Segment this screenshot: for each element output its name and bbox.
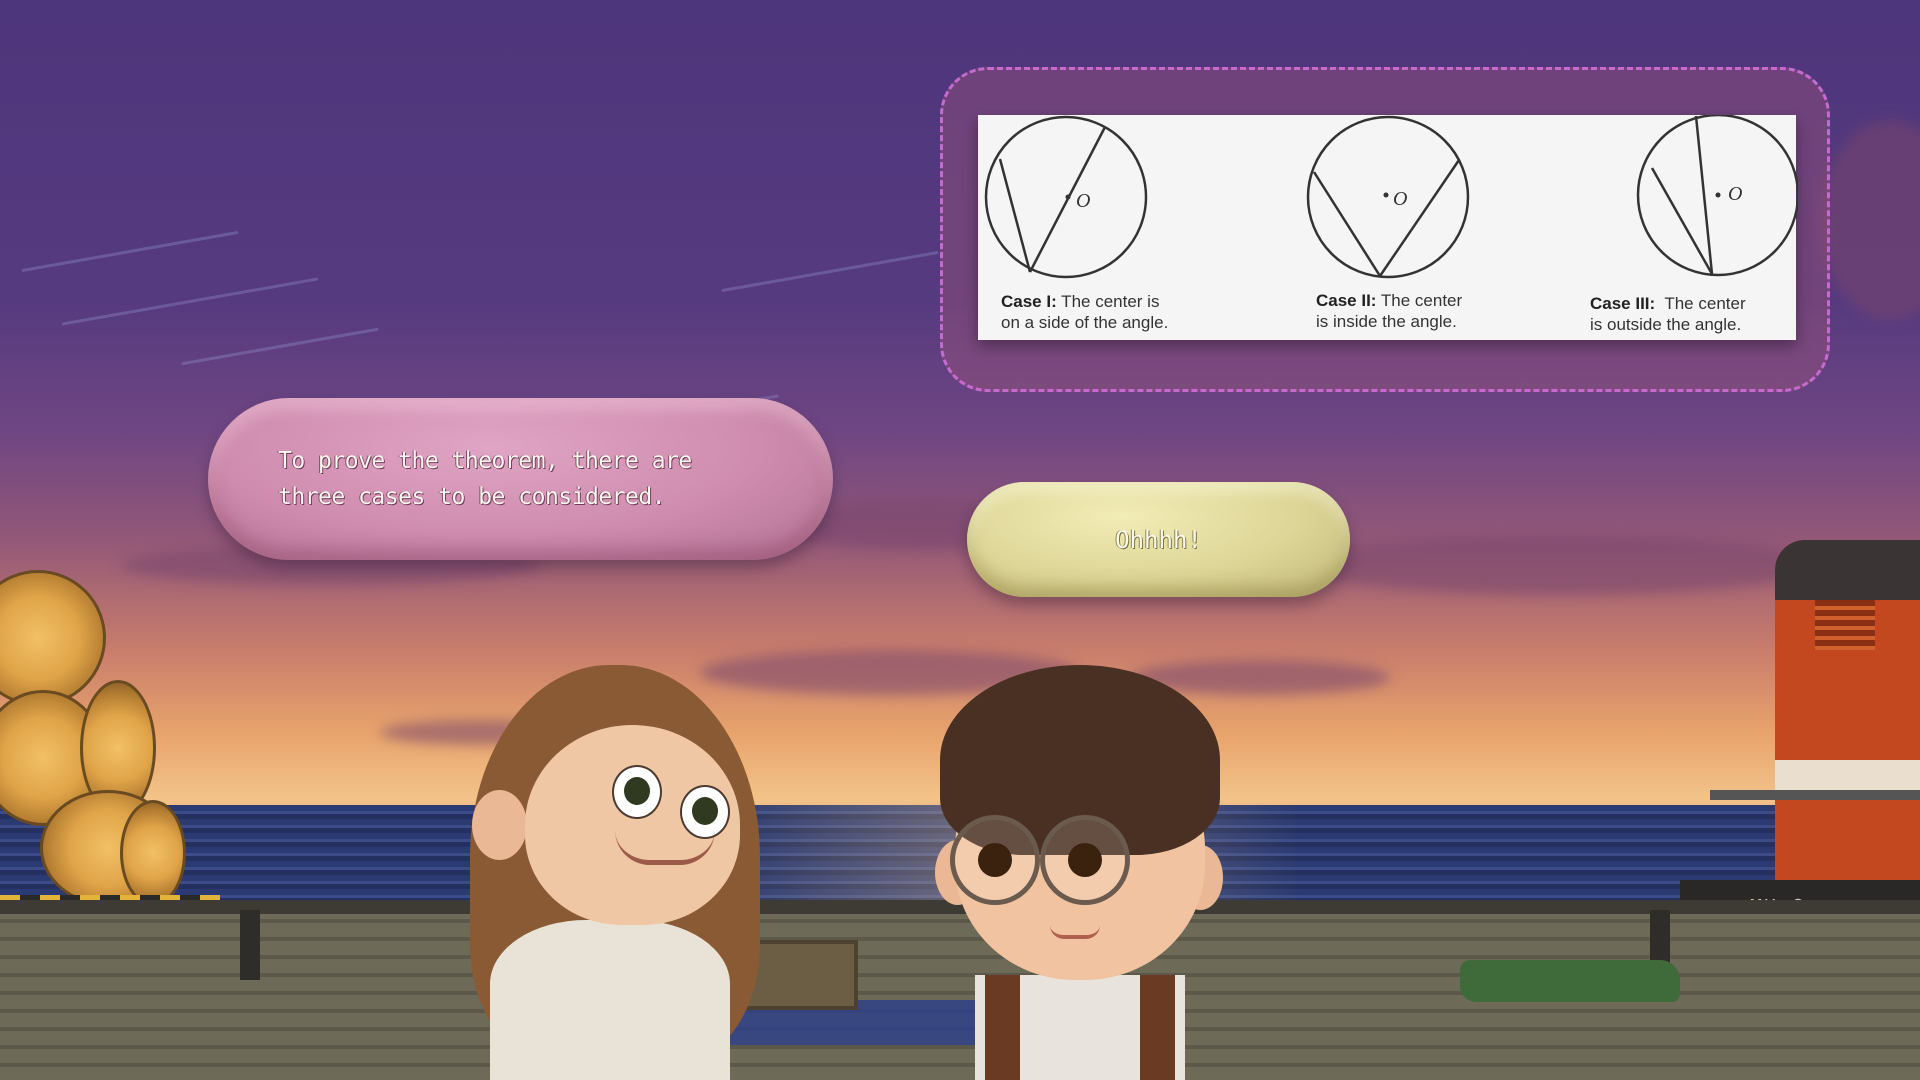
case-3-line2: is outside the angle.	[1590, 315, 1742, 334]
center-label: O	[1393, 188, 1407, 210]
case-2-figure: O	[1306, 115, 1470, 279]
boy-glasses	[950, 815, 1040, 905]
game-scene: MH-8	[0, 0, 1920, 1080]
chord	[1028, 126, 1107, 273]
case-2-line2: is inside the angle.	[1316, 312, 1457, 331]
case-2-line1: The center	[1376, 291, 1463, 310]
center-point	[1065, 194, 1071, 200]
case-3-line1: The center	[1655, 294, 1746, 313]
boy-response-button[interactable]: Ohhhh!	[967, 482, 1350, 597]
case-3-label: Case III: The center is outside the angl…	[1590, 293, 1746, 335]
case-1: O Case I: The center is on a side of the…	[978, 115, 1208, 340]
case-3-title: Case III:	[1590, 294, 1656, 313]
center-label: O	[1076, 190, 1090, 212]
chord	[1378, 159, 1461, 277]
case-1-line2: on a side of the angle.	[1001, 313, 1169, 332]
girl-shirt	[490, 920, 730, 1080]
circle	[1306, 115, 1470, 279]
case-1-title: Case I	[1001, 292, 1052, 311]
cloud	[1300, 535, 1820, 595]
chord	[1312, 171, 1382, 277]
girl-dialogue-text: To prove the theorem, there are three ca…	[278, 448, 692, 510]
boy-pupil	[1068, 843, 1102, 877]
log-stack	[120, 800, 186, 906]
case-2: O Case II: The center is inside the angl…	[1293, 115, 1523, 340]
girl-ear	[472, 790, 527, 860]
backpack-strap	[1140, 975, 1175, 1080]
girl-eye	[612, 765, 662, 819]
chord	[998, 158, 1032, 273]
boy-glasses	[1040, 815, 1130, 905]
train-roof	[1775, 540, 1920, 600]
case-3: O Case III: The center is outside the an…	[1568, 115, 1798, 340]
case-1-label: Case I: The center is on a side of the a…	[1001, 291, 1168, 333]
case-1-line1: The center is	[1056, 292, 1160, 311]
boy-pupil	[978, 843, 1012, 877]
train-vent	[1815, 600, 1875, 650]
center-point	[1715, 192, 1721, 198]
case-2-title: Case II:	[1316, 291, 1377, 310]
center-point	[1383, 192, 1389, 198]
case-3-figure: O	[1636, 115, 1798, 277]
deck-post	[240, 910, 260, 980]
girl-pupil	[624, 777, 650, 805]
girl-speech-bubble[interactable]: To prove the theorem, there are three ca…	[208, 398, 833, 560]
backpack-strap	[985, 975, 1020, 1080]
center-label: O	[1728, 183, 1742, 205]
boy-dialogue-text: Ohhhh!	[1115, 525, 1202, 554]
girl-pupil	[692, 797, 718, 825]
green-tarp	[1460, 960, 1680, 1002]
train-railing	[1710, 790, 1920, 800]
inscribed-angle-diagram: O Case I: The center is on a side of the…	[978, 115, 1798, 340]
boy-mouth	[1050, 925, 1100, 939]
case-2-label: Case II: The center is inside the angle.	[1316, 290, 1462, 332]
case-1-figure: O	[984, 115, 1148, 279]
